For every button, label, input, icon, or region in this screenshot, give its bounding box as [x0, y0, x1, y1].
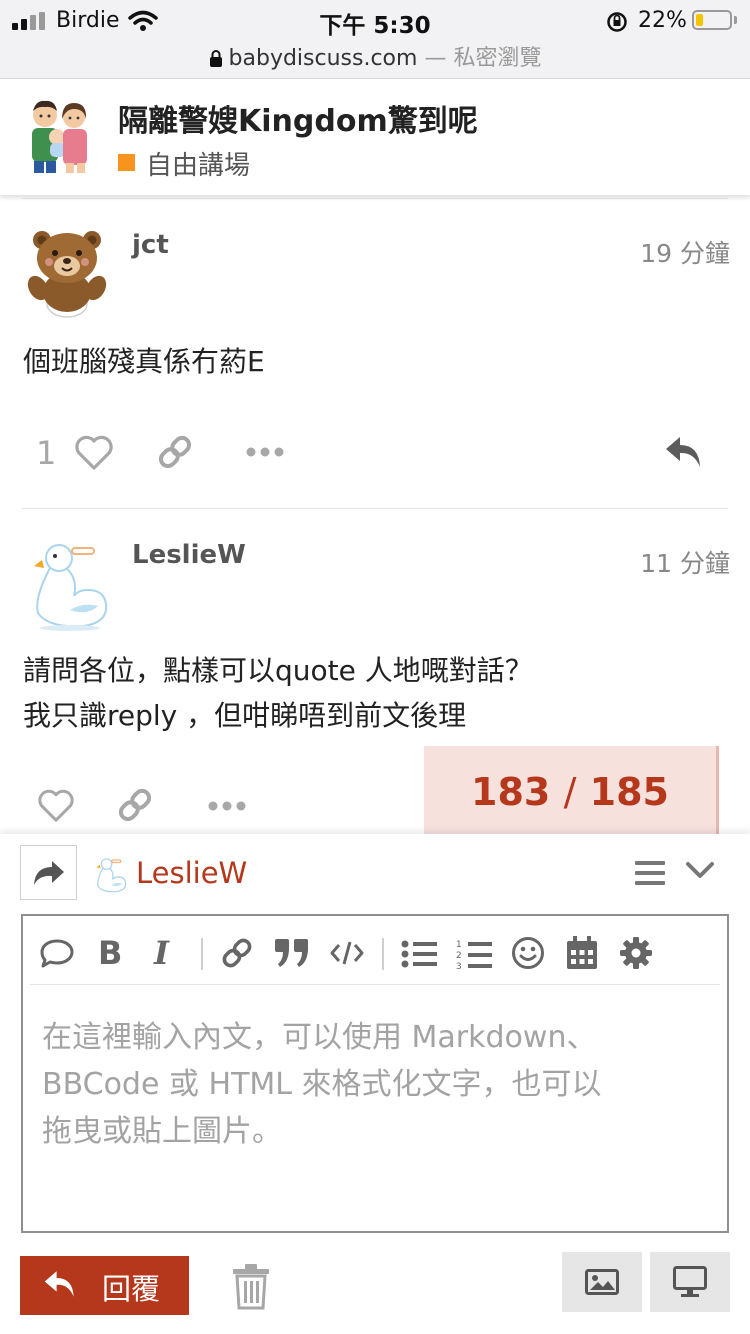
desktop-icon: [673, 1266, 707, 1297]
upload-image-button[interactable]: [562, 1252, 642, 1312]
lock-icon: [209, 50, 222, 67]
placeholder-line: 拖曳或貼上圖片。: [42, 1114, 282, 1149]
progress-separator: /: [563, 770, 577, 814]
toggle-preview-button[interactable]: [650, 1252, 730, 1312]
toolbar-separator: [201, 938, 203, 970]
reply-type-button[interactable]: [20, 845, 77, 900]
battery-percent: 22%: [638, 8, 687, 33]
site-logo-icon[interactable]: [26, 97, 94, 175]
topic-progress[interactable]: 183 / 185: [424, 746, 719, 834]
divider: [22, 508, 728, 509]
post-body-line: 個班腦殘真係冇葯E: [23, 345, 265, 378]
blockquote-icon[interactable]: [274, 938, 310, 968]
progress-current: 183: [471, 770, 551, 814]
hamburger-menu-icon[interactable]: [635, 860, 665, 886]
link-icon[interactable]: [116, 786, 154, 824]
toolbar-separator: [382, 938, 384, 970]
bold-icon[interactable]: B: [98, 934, 122, 972]
bullet-list-icon[interactable]: [401, 940, 437, 968]
more-options-icon[interactable]: [246, 446, 284, 458]
post-time[interactable]: 11 分鐘: [530, 544, 730, 580]
editor-placeholder[interactable]: 在這裡輸入內文，可以使用 Markdown、 BBCode 或 HTML 來格式…: [42, 1014, 702, 1155]
svg-text:1: 1: [456, 940, 462, 950]
chevron-down-icon[interactable]: [686, 861, 714, 879]
submit-reply-button[interactable]: 回覆: [20, 1256, 189, 1315]
share-arrow-icon: [34, 861, 64, 885]
progress-total: 185: [589, 770, 669, 814]
quote-bubble-icon[interactable]: [39, 938, 75, 970]
avatar: [96, 858, 127, 893]
emoji-icon[interactable]: [511, 936, 545, 970]
orientation-lock-icon: [607, 12, 627, 32]
url-domain: babydiscuss.com: [228, 46, 418, 71]
numbered-list-icon[interactable]: 1 2 3: [456, 938, 492, 970]
post-time[interactable]: 19 分鐘: [530, 234, 730, 270]
avatar[interactable]: [28, 538, 112, 632]
browser-status-bar: Birdie 下午 5:30 22% babydiscuss.com — 私密瀏…: [0, 0, 750, 79]
heart-icon[interactable]: [37, 789, 75, 823]
link-icon[interactable]: [156, 433, 194, 471]
reply-icon: [44, 1271, 74, 1297]
svg-text:2: 2: [456, 951, 462, 961]
hyperlink-icon[interactable]: [220, 936, 254, 970]
avatar[interactable]: [24, 228, 110, 320]
calendar-icon[interactable]: [566, 936, 598, 970]
private-browsing-label: — 私密瀏覽: [424, 46, 542, 71]
placeholder-line: 在這裡輸入內文，可以使用 Markdown、: [42, 1020, 597, 1055]
category-name[interactable]: 自由講場: [146, 145, 250, 182]
post-username[interactable]: LeslieW: [132, 540, 246, 570]
address-bar[interactable]: babydiscuss.com — 私密瀏覽: [0, 40, 750, 72]
post-body-line: 我只識reply ，但咁睇唔到前文後理: [23, 699, 467, 732]
svg-text:3: 3: [456, 962, 462, 970]
reply-icon[interactable]: [664, 435, 704, 469]
italic-icon[interactable]: I: [154, 934, 169, 972]
topic-header: 隔離警嫂Kingdom驚到呢: [0, 79, 750, 195]
divider: [22, 198, 728, 199]
post-username[interactable]: jct: [132, 230, 169, 260]
topic-title[interactable]: 隔離警嫂Kingdom驚到呢: [118, 96, 478, 140]
code-icon[interactable]: [330, 940, 364, 966]
trash-icon[interactable]: [232, 1264, 270, 1310]
category-color-badge: [118, 154, 135, 171]
gear-icon[interactable]: [619, 936, 653, 970]
image-icon: [585, 1269, 619, 1295]
more-options-icon[interactable]: [208, 800, 246, 812]
reply-button-label: 回覆: [102, 1272, 161, 1306]
heart-icon[interactable]: [74, 435, 114, 471]
placeholder-line: BBCode 或 HTML 來格式化文字，也可以: [42, 1067, 602, 1102]
post-body-line: 請問各位，點樣可以quote 人地嘅對話？: [23, 654, 533, 687]
like-count[interactable]: 1: [36, 434, 56, 472]
battery-icon: [692, 10, 732, 30]
toolbar-divider: [30, 984, 720, 985]
reply-to-username[interactable]: LeslieW: [136, 856, 247, 890]
